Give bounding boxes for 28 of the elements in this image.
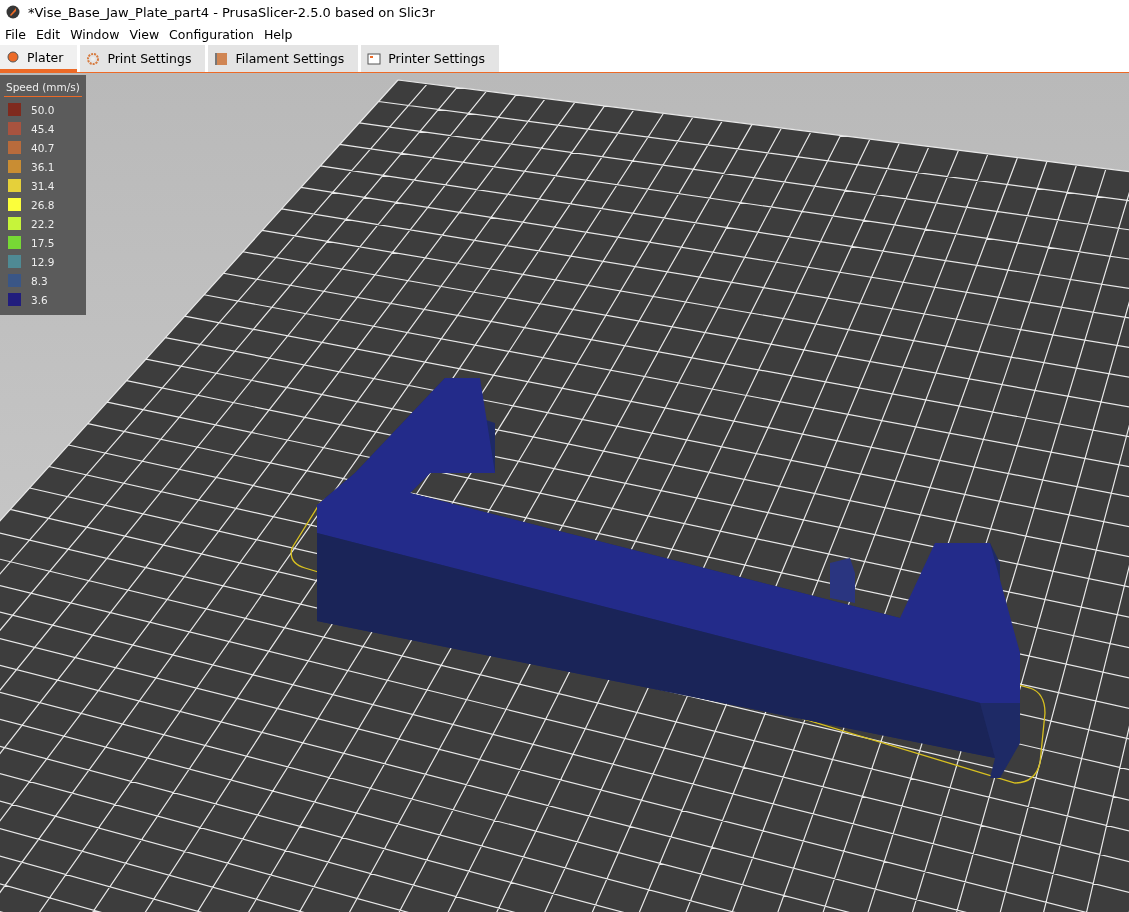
- spool-icon: [214, 51, 229, 66]
- menu-item[interactable]: File: [0, 27, 31, 42]
- tab[interactable]: Filament Settings: [208, 45, 359, 72]
- app-logo-icon: [6, 5, 20, 19]
- gear-icon: [86, 51, 101, 66]
- tab[interactable]: Print Settings: [80, 45, 206, 72]
- window-title: *Vise_Base_Jaw_Plate_part4 - PrusaSlicer-2.5.0 based on Slic3r: [28, 4, 435, 20]
- menu-item[interactable]: Configuration: [164, 27, 259, 42]
- legend-value: 36.1: [31, 160, 55, 173]
- tab[interactable]: Printer Settings: [361, 45, 500, 72]
- legend-value: 8.3: [31, 274, 48, 287]
- menu-item[interactable]: Edit: [30, 27, 66, 42]
- legend-value: 3.6: [31, 293, 48, 306]
- legend-title: Speed (mm/s): [4, 79, 82, 97]
- menu-item[interactable]: Help: [258, 27, 298, 42]
- menu-item[interactable]: View: [124, 27, 165, 42]
- legend-value: 17.5: [31, 236, 55, 249]
- menu-item[interactable]: Window: [65, 27, 125, 42]
- legend-value: 31.4: [31, 179, 55, 192]
- tab[interactable]: Plater: [0, 45, 78, 72]
- legend-value: 40.7: [31, 141, 55, 154]
- legend-value: 50.0: [31, 103, 55, 116]
- legend-value: 45.4: [31, 122, 55, 135]
- legend-value: 12.9: [31, 255, 55, 268]
- legend-value: 22.2: [31, 217, 55, 230]
- plate-icon: [6, 50, 20, 64]
- legend-value: 26.8: [31, 198, 55, 211]
- printer-window-icon: [367, 51, 382, 66]
